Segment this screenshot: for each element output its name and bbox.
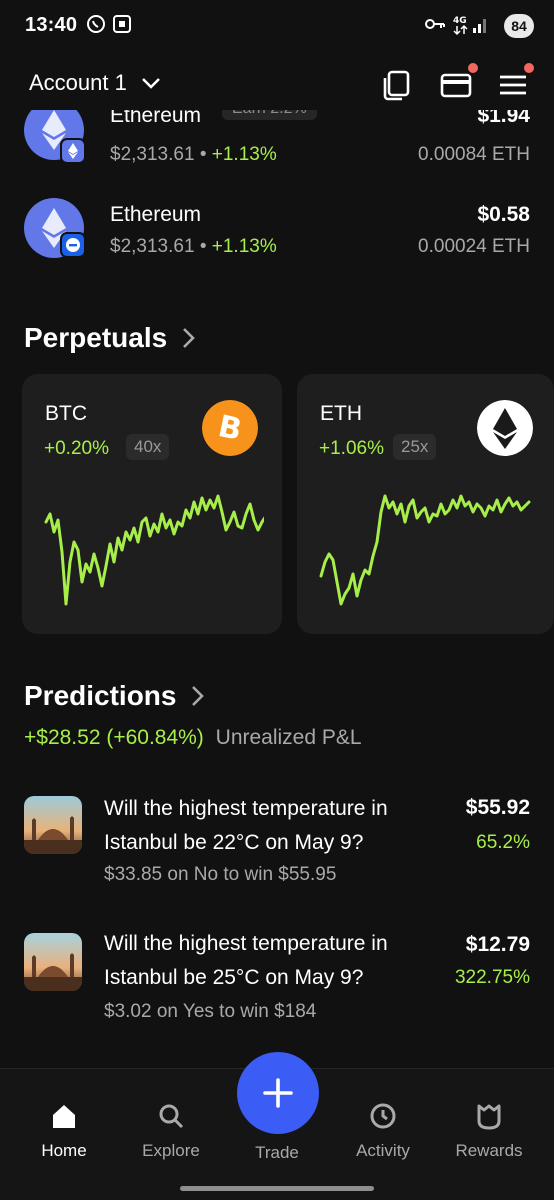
asset-price-line: $2,313.61 • +1.13% [110,236,277,258]
btc-sparkline [44,494,264,606]
rewards-icon [477,1104,501,1130]
notification-dot [468,63,478,73]
clock-icon [370,1103,396,1129]
asset-price: $2,313.61 [110,236,195,257]
prediction-question: Will the highest temperature in Istanbul… [104,797,388,854]
prediction-stake: $3.02 on Yes to win $184 [104,1001,317,1022]
minus-circle-icon [60,232,86,258]
tab-label: Home [41,1141,87,1160]
perp-change: +1.06% [319,438,384,459]
perp-card-btc[interactable]: BTC +0.20% 40x B [22,374,282,634]
screenshot-icon [113,15,131,33]
whatsapp-icon [87,15,105,33]
asset-name: Ethereum [110,203,202,226]
signal-icon [473,19,486,33]
account-switcher[interactable]: Account 1 [29,70,161,96]
section-title: Predictions [24,680,177,711]
asset-value: $0.58 [477,203,530,226]
account-name: Account 1 [29,70,127,95]
trade-button[interactable] [237,1052,319,1134]
perp-symbol: BTC [45,402,87,425]
section-title: Perpetuals [24,322,168,353]
chevron-right-icon [183,328,196,348]
tab-home[interactable]: Home [14,1101,114,1161]
leverage-badge: 40x [126,434,170,460]
ethereum-network-icon [60,138,86,164]
bullet-separator: • [199,144,207,165]
tab-label-trade[interactable]: Trade [227,1143,327,1163]
ethereum-logo [477,400,533,456]
menu-icon[interactable] [496,68,530,102]
card-icon[interactable] [439,68,473,102]
unrealized-pnl: +$28.52 (+60.84%) Unrealized P&L [24,726,362,750]
tab-explore[interactable]: Explore [121,1101,221,1161]
tab-label: Explore [142,1141,200,1160]
tab-label: Rewards [455,1141,523,1160]
asset-value: $1.94 [477,110,530,126]
asset-amount: 0.00084 ETH [418,144,530,165]
asset-row[interactable]: Ethereum $2,313.61 • +1.13% $0.58 0.0002… [0,190,554,270]
tab-rewards[interactable]: Rewards [439,1101,539,1161]
chevron-right-icon [192,686,205,706]
bullet-separator: • [199,236,207,257]
battery-indicator: 84 [504,14,534,38]
prediction-value: $12.79 [465,933,530,956]
prediction-value: $55.92 [465,796,530,819]
istanbul-thumbnail [24,796,82,854]
search-icon [159,1104,184,1129]
prediction-question: Will the highest temperature in Istanbul… [104,932,388,989]
key-icon [425,19,445,29]
asset-change: +1.13% [211,144,277,165]
istanbul-thumbnail [24,933,82,991]
tab-activity[interactable]: Activity [333,1101,433,1161]
chevron-down-icon [141,78,160,89]
prediction-item[interactable]: Will the highest temperature in Istanbul… [0,927,554,1037]
status-bar: 13:40 4G 84 [0,0,554,52]
home-icon [53,1105,75,1128]
asset-name: Ethereum [110,110,202,126]
copy-icon[interactable] [380,68,414,102]
perp-symbol: ETH [320,402,362,425]
pnl-label: Unrealized P&L [215,726,362,749]
asset-change: +1.13% [211,236,277,257]
home-indicator[interactable] [180,1186,374,1191]
perp-card-eth[interactable]: ETH +1.06% 25x [297,374,554,634]
prediction-change: 65.2% [476,832,530,853]
svg-text:4G: 4G [453,16,467,26]
asset-amount: 0.00024 ETH [418,236,530,257]
earn-badge: Earn 2.2% [222,110,317,120]
prediction-stake: $33.85 on No to win $55.95 [104,864,337,885]
app-header: Account 1 [0,60,554,110]
pnl-value: +$28.52 (+60.84%) [24,726,204,749]
asset-price-line: $2,313.61 • +1.13% [110,144,277,166]
notification-dot [524,63,534,73]
prediction-item[interactable]: Will the highest temperature in Istanbul… [0,790,554,900]
status-time: 13:40 [25,14,78,36]
asset-row[interactable]: Ethereum Earn 2.2% $1.94 $2,313.61 • +1.… [0,110,554,190]
bitcoin-logo: B [202,400,258,456]
eth-sparkline [319,494,531,606]
leverage-badge: 25x [393,434,437,460]
asset-price: $2,313.61 [110,144,195,165]
tab-label: Activity [356,1141,410,1160]
perp-change: +0.20% [44,438,109,459]
perpetuals-header[interactable]: Perpetuals [24,322,196,354]
plus-icon [263,1078,293,1108]
predictions-header[interactable]: Predictions [24,680,205,712]
prediction-change: 322.75% [454,967,530,988]
network-4g-icon: 4G [453,16,468,36]
